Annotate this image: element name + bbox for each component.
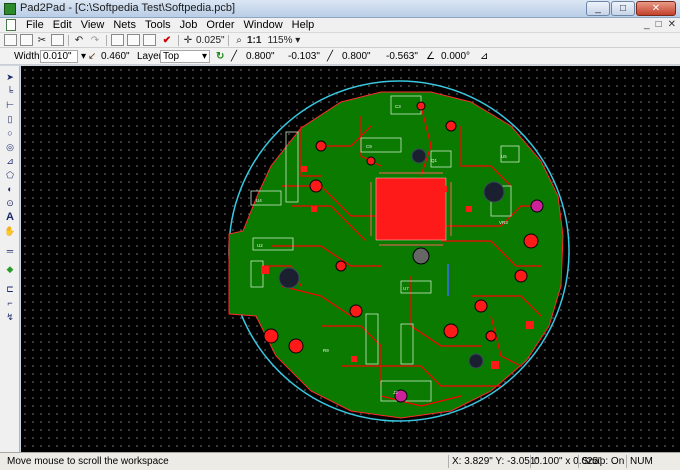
menu-edit[interactable]: Edit	[53, 19, 72, 31]
status-message: Move mouse to scroll the workspace	[7, 456, 169, 467]
drc-check-icon[interactable]: ✔	[160, 34, 174, 47]
window-title: Pad2Pad - [C:\Softpedia Test\Softpedia.p…	[20, 2, 236, 14]
board-label: C3	[395, 104, 401, 109]
zoom-level-select[interactable]: 115% ▾	[264, 34, 304, 47]
menu-nets[interactable]: Nets	[113, 19, 136, 31]
board-label: U2	[257, 243, 263, 248]
chevron-down-icon: ▾	[201, 51, 207, 62]
board-label: U4	[256, 198, 262, 203]
new-file-icon[interactable]	[4, 34, 17, 46]
menu-window[interactable]: Window	[244, 19, 283, 31]
measure-icon[interactable]	[127, 34, 140, 46]
select-arrow-icon[interactable]: ➤	[4, 72, 16, 82]
layers-icon[interactable]: ◆	[4, 264, 16, 274]
board-label: U5	[501, 154, 507, 159]
layer-select[interactable]: Top ▾	[160, 50, 210, 63]
open-folder-icon[interactable]	[20, 34, 33, 46]
zoom-icon[interactable]: ⌕	[233, 34, 245, 47]
snap-status: Snap: On	[578, 455, 624, 468]
pan-hand-icon[interactable]: ✋	[4, 226, 16, 236]
y1-field[interactable]: -0.103"	[285, 50, 321, 63]
via-icon[interactable]: ◎	[4, 142, 16, 152]
grid-value[interactable]: 0.025"	[196, 34, 225, 47]
x1-field[interactable]: 0.800"	[243, 50, 277, 63]
cursor-coordinates: X: 3.829" Y: -3.051"	[448, 455, 539, 468]
target-icon[interactable]: ⊙	[4, 198, 16, 208]
menu-view[interactable]: View	[81, 19, 105, 31]
board-label: J2	[393, 390, 398, 395]
delete-icon[interactable]	[51, 34, 64, 46]
pcb-board-svg: U4 U2 C9 C3 Q1 R9 U7 VR3 J2 U5	[228, 80, 570, 422]
window-controls: _ □ ✕	[586, 1, 676, 16]
status-bar: Move mouse to scroll the workspace X: 3.…	[0, 452, 680, 470]
zoom-level-value: 115%	[267, 35, 293, 46]
menu-help[interactable]: Help	[292, 19, 315, 31]
clearance-icon: ↙	[88, 51, 97, 62]
mdi-restore-button[interactable]: □	[656, 19, 662, 30]
polygon-icon[interactable]: ⬠	[4, 170, 16, 180]
board-label: VR3	[499, 220, 508, 225]
menu-tools[interactable]: Tools	[145, 19, 171, 31]
board-label: Q1	[431, 158, 438, 163]
num-lock-indicator: NUM	[626, 455, 676, 468]
menu-order[interactable]: Order	[206, 19, 234, 31]
arc-icon[interactable]: ◐	[4, 184, 16, 194]
x2-field[interactable]: 0.800"	[339, 50, 375, 63]
text-icon[interactable]: A	[4, 212, 16, 223]
document-icon[interactable]	[6, 19, 16, 31]
menu-bar: File Edit View Nets Tools Job Order Wind…	[0, 18, 680, 33]
grid-move-icon[interactable]: ✛	[182, 34, 194, 47]
y2-field[interactable]: -0.563"	[383, 50, 421, 63]
properties-toolbar: Width: 0.010" ▾ ↙ 0.460" Layer: Top ▾ ↻ ╱…	[0, 48, 680, 65]
mdi-minimize-button[interactable]: _	[644, 19, 650, 30]
clearance-field[interactable]: 0.460"	[98, 50, 130, 63]
main-ic-chip	[375, 177, 447, 241]
refresh-icon[interactable]: ↻	[216, 51, 224, 62]
line-tool-icon: ╱	[231, 51, 238, 62]
maximize-button[interactable]: □	[611, 1, 635, 16]
trace-icon[interactable]: ╘	[4, 86, 16, 96]
route-icon[interactable]: ↯	[4, 312, 16, 322]
tool-palette: ➤ ╘ ⊢ ▯ ○ ◎ ⊿ ⬠ ◐ ⊙ A ✋ ═ ◆ ⊏ ⌐ ↯	[0, 66, 20, 452]
menu-job[interactable]: Job	[180, 19, 198, 31]
board-label: U7	[403, 286, 409, 291]
cut-icon[interactable]: ✂	[36, 34, 48, 47]
width-label: Width:	[14, 51, 43, 62]
pad-icon[interactable]: ⊢	[4, 100, 16, 110]
width-field[interactable]: 0.010"	[40, 50, 78, 63]
menu-file[interactable]: File	[26, 19, 44, 31]
arrow-icon: ▾	[81, 51, 87, 62]
chevron-down-icon: ▾	[295, 35, 301, 46]
angle-apply-icon[interactable]: ⊿	[480, 51, 488, 62]
board-label: C9	[366, 144, 372, 149]
redo-icon[interactable]: ↷	[88, 34, 102, 47]
ruler-icon[interactable]: ═	[4, 246, 16, 256]
close-button[interactable]: ✕	[636, 1, 676, 16]
snap-icon[interactable]: ⌐	[4, 298, 16, 308]
workspace-canvas[interactable]: U4 U2 C9 C3 Q1 R9 U7 VR3 J2 U5	[21, 66, 680, 452]
app-icon	[4, 3, 16, 15]
mdi-close-button[interactable]: ✕	[668, 19, 676, 30]
line-end-icon: ╱	[327, 51, 334, 62]
grid-size-readout: 0.100" x 0.025"	[530, 455, 602, 468]
zoom-one-to-one-button[interactable]: 1:1	[247, 34, 261, 47]
board-copper-fill	[228, 91, 564, 419]
undo-icon[interactable]: ↶	[72, 34, 86, 47]
title-bar: Pad2Pad - [C:\Softpedia Test\Softpedia.p…	[0, 0, 680, 18]
rectangle-icon[interactable]: ▯	[4, 114, 16, 124]
angle-field[interactable]: 0.000°	[438, 50, 474, 63]
angle-icon: ∠	[426, 51, 435, 62]
main-toolbar: ✂ ↶ ↷ ✔ ✛ 0.025" ⌕ 1:1 115% ▾	[0, 33, 680, 48]
hole-icon[interactable]: ⊿	[4, 156, 16, 166]
align-left-icon[interactable]: ⊏	[4, 284, 16, 294]
align-icon[interactable]	[143, 34, 156, 46]
circle-icon[interactable]: ○	[4, 128, 16, 138]
board-label: R9	[323, 348, 329, 353]
minimize-button[interactable]: _	[586, 1, 610, 16]
component-icon[interactable]	[111, 34, 124, 46]
